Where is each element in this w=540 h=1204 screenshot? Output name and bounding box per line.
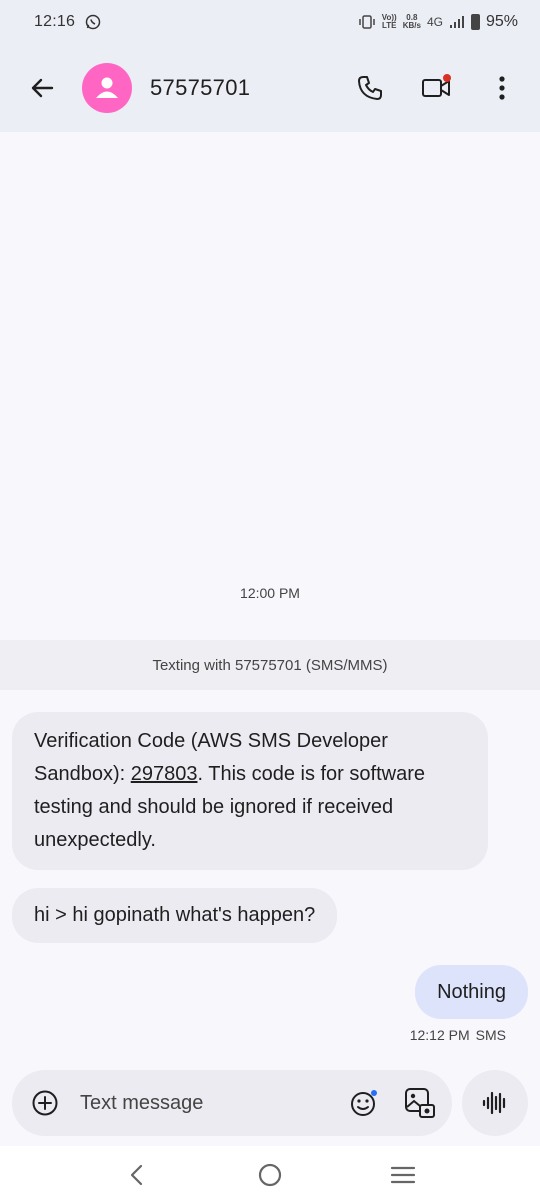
contact-name[interactable]: 57575701 xyxy=(150,75,250,101)
status-indicators: Vo)) LTE 0.8 KB/s 4G 95% xyxy=(358,13,518,31)
add-circle-icon xyxy=(32,1090,58,1116)
verification-code-link[interactable]: 297803 xyxy=(131,763,198,785)
network-type: 4G xyxy=(426,15,443,29)
voice-message-button[interactable] xyxy=(462,1070,528,1136)
whatsapp-icon xyxy=(85,14,101,30)
avatar-person-icon xyxy=(96,77,118,98)
incoming-message[interactable]: Verification Code (AWS SMS Developer San… xyxy=(12,712,488,870)
back-arrow-icon xyxy=(31,78,54,98)
avatar[interactable] xyxy=(82,63,132,113)
more-options-button[interactable] xyxy=(482,68,522,108)
conversation-timestamp: 12:00 PM xyxy=(240,585,300,601)
message-time: 12:12 PM xyxy=(409,1027,470,1043)
nav-recents-icon xyxy=(391,1166,416,1184)
nav-home-button[interactable] xyxy=(250,1155,290,1195)
message-composer: Text message xyxy=(12,1070,452,1136)
texting-banner: Texting with 57575701 (SMS/MMS) xyxy=(0,640,540,690)
conversation-header: 57575701 xyxy=(0,44,540,132)
status-time: 12:16 xyxy=(34,13,76,30)
gallery-icon xyxy=(405,1088,435,1118)
outgoing-message[interactable]: Nothing xyxy=(415,965,528,1019)
gallery-button[interactable] xyxy=(402,1085,438,1121)
call-button[interactable] xyxy=(350,68,390,108)
volte-bottom-text: LTE xyxy=(381,21,397,30)
system-nav-bar xyxy=(0,1146,540,1204)
back-button[interactable] xyxy=(22,68,62,108)
signal-icon xyxy=(449,16,464,28)
text-message-input[interactable]: Text message xyxy=(80,1092,348,1115)
message-text: Nothing xyxy=(437,981,506,1003)
video-call-button[interactable] xyxy=(416,68,456,108)
emoji-button[interactable] xyxy=(348,1087,380,1119)
speed-unit: KB/s xyxy=(402,21,421,30)
message-text: hi > hi gopinath what's happen? xyxy=(34,904,316,926)
nav-recents-button[interactable] xyxy=(383,1155,423,1195)
more-vert-icon xyxy=(499,76,505,100)
notification-dot xyxy=(443,74,451,82)
incoming-message[interactable]: hi > hi gopinath what's happen? xyxy=(12,888,338,943)
volte-indicator: Vo)) LTE xyxy=(382,14,397,30)
status-bar: 12:16 Vo)) LTE 0.8 KB/s 4G 95% xyxy=(0,0,540,44)
attach-button[interactable] xyxy=(30,1088,60,1118)
network-speed: 0.8 KB/s xyxy=(403,14,421,30)
emoji-icon xyxy=(351,1090,377,1116)
battery-icon xyxy=(470,14,480,30)
message-type: SMS xyxy=(475,1027,506,1043)
message-meta: 12:12 PM SMS xyxy=(410,1027,506,1043)
vibrate-icon xyxy=(359,15,375,29)
battery-percent: 95% xyxy=(485,13,518,30)
voice-waveform-icon xyxy=(482,1091,506,1115)
nav-back-button[interactable] xyxy=(117,1155,157,1195)
nav-home-icon xyxy=(258,1163,282,1187)
nav-back-icon xyxy=(130,1164,142,1186)
phone-icon xyxy=(358,76,382,100)
